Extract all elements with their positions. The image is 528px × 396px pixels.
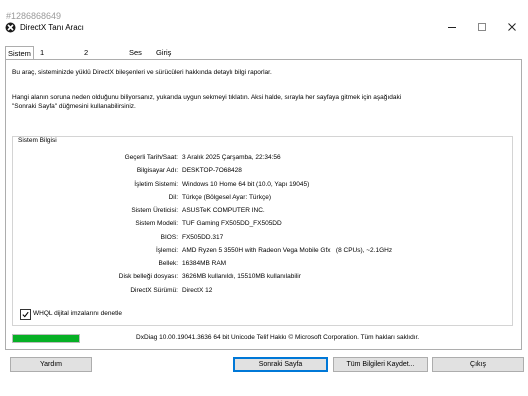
maximize-button[interactable]	[467, 20, 497, 36]
minimize-button[interactable]	[437, 20, 467, 36]
minimize-icon	[447, 22, 457, 34]
info-value-language: Türkçe (Bölgesel Ayar: Türkçe)	[182, 194, 271, 201]
close-button[interactable]	[497, 20, 527, 36]
system-info-group-label: Sistem Bilgisi	[18, 137, 57, 144]
info-label-language: Dil:	[168, 194, 178, 201]
tab-display-2[interactable]: 2 Görüntüsü	[82, 47, 121, 68]
whql-checkbox[interactable]	[20, 309, 31, 320]
tab-sound[interactable]: Ses	[127, 47, 144, 58]
window-title: DirectX Tanı Aracı	[20, 23, 84, 32]
info-label-os: İşletim Sistemi:	[134, 181, 178, 188]
info-value-page-file: 3626MB kullanıldı, 15510MB kullanılabili…	[182, 273, 301, 280]
info-label-model: Sistem Modeli:	[135, 220, 178, 227]
info-value-memory: 16384MB RAM	[182, 260, 227, 267]
info-value-processor: AMD Ryzen 5 3550H with Radeon Vega Mobil…	[182, 247, 393, 254]
info-label-memory: Bellek:	[158, 260, 178, 267]
info-value-bios: FX505DD.317	[182, 234, 224, 241]
info-value-computer-name: DESKTOP-7O68428	[182, 167, 242, 174]
next-page-button[interactable]: Sonraki Sayfa	[233, 357, 328, 372]
directx-icon	[5, 22, 16, 33]
tab-display-1[interactable]: 1 Görüntüsü	[38, 47, 77, 68]
progress-bar	[12, 334, 80, 343]
save-all-button[interactable]: Tüm Bilgileri Kaydet...	[333, 357, 428, 372]
info-label-manufacturer: Sistem Üreticisi:	[131, 207, 178, 214]
progress-fill	[13, 335, 79, 342]
close-icon	[507, 22, 517, 34]
info-label-computer-name: Bilgisayar Adı:	[136, 167, 178, 174]
title-bar: DirectX Tanı Aracı	[0, 20, 528, 36]
tab-input[interactable]: Giriş	[154, 47, 173, 58]
copyright-footer: DxDiag 10.00.19041.3636 64 bit Unicode T…	[136, 334, 420, 341]
tab-sistem[interactable]: Sistem	[5, 46, 34, 60]
info-label-bios: BIOS:	[160, 234, 178, 241]
intro-line-3: "Sonraki Sayfa" düğmesini kullanabilirsi…	[12, 103, 136, 110]
info-value-manufacturer: ASUSTeK COMPUTER INC.	[182, 207, 265, 214]
intro-line-1: Bu araç, sisteminizde yüklü DirectX bile…	[12, 69, 272, 76]
maximize-icon	[477, 22, 487, 34]
info-label-processor: İşlemci:	[155, 247, 178, 254]
info-label-directx-version: DirectX Sürümü:	[130, 287, 178, 294]
info-value-datetime: 3 Aralık 2025 Çarşamba, 22:34:56	[182, 154, 281, 161]
info-value-model: TUF Gaming FX505DD_FX505DD	[182, 220, 282, 227]
info-value-directx-version: DirectX 12	[182, 287, 213, 294]
help-button[interactable]: Yardım	[10, 357, 92, 372]
info-value-os: Windows 10 Home 64 bit (10.0, Yapı 19045…	[182, 181, 310, 188]
info-label-datetime: Geçerli Tarih/Saat:	[124, 154, 178, 161]
info-label-page-file: Disk belleği dosyası:	[118, 273, 178, 280]
whql-checkbox-label[interactable]: WHQL dijital imzalarını denetle	[33, 310, 122, 317]
exit-button[interactable]: Çıkış	[432, 357, 524, 372]
system-info-group	[12, 136, 513, 326]
intro-line-2: Hangi alanın soruna neden olduğunu biliy…	[12, 94, 402, 101]
